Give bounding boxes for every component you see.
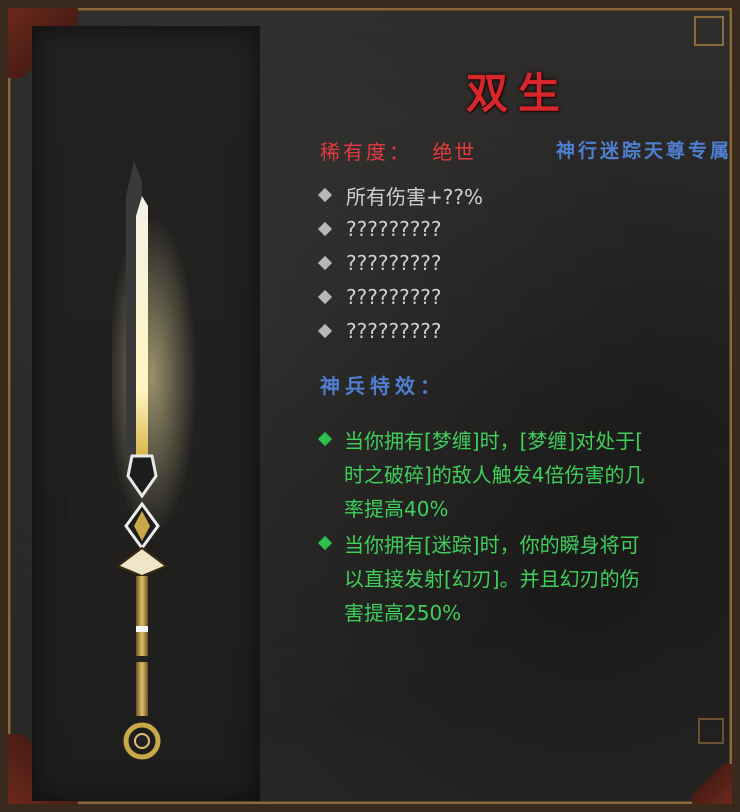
weapon-preview-panel [32, 26, 260, 801]
special-effect-item: 当你拥有[梦缠]时，[梦缠]对处于[ 时之破碎]的敌人触发4倍伤害的几 率提高4… [316, 424, 716, 526]
frame-corner-ornament [692, 764, 732, 804]
diamond-bullet-icon [317, 323, 333, 339]
special-effects-header: 神兵特效： [320, 374, 445, 398]
stat-text: 所有伤害+??% [346, 184, 483, 209]
stat-item: ????????? [316, 212, 616, 246]
stat-text: ????????? [346, 217, 442, 241]
frame-knot-ornament [694, 16, 724, 46]
diamond-bullet-icon [317, 187, 333, 203]
diamond-bullet-icon [317, 255, 333, 271]
item-tooltip-frame: 双生 稀有度： 绝世 神行迷踪天尊专属 所有伤害+??% ????????? ?… [0, 0, 740, 812]
diamond-bullet-icon [317, 221, 333, 237]
special-effect-item: 当你拥有[迷踪]时，你的瞬身将可 以直接发射[幻刃]。并且幻刃的伤 害提高250… [316, 528, 716, 630]
stat-list: 所有伤害+??% ????????? ????????? ????????? ?… [316, 178, 616, 348]
green-diamond-bullet-icon [317, 535, 333, 551]
rarity-value: 绝世 [432, 140, 477, 164]
rarity-label: 稀有度： [320, 140, 412, 164]
rarity-row: 稀有度： 绝世 神行迷踪天尊专属 [320, 136, 740, 166]
stat-text: ????????? [346, 251, 442, 275]
green-diamond-bullet-icon [317, 431, 333, 447]
special-effect-text: 当你拥有[梦缠]时，[梦缠]对处于[ 时之破碎]的敌人触发4倍伤害的几 率提高4… [344, 429, 645, 521]
stat-item: ????????? [316, 280, 616, 314]
stat-item: ????????? [316, 314, 616, 348]
stat-text: ????????? [346, 285, 442, 309]
spear-icon [112, 161, 197, 760]
special-effect-text: 当你拥有[迷踪]时，你的瞬身将可 以直接发射[幻刃]。并且幻刃的伤 害提高250… [344, 533, 640, 625]
stat-text: ????????? [346, 319, 442, 343]
stat-item: 所有伤害+??% [316, 178, 616, 212]
class-exclusive-label: 神行迷踪天尊专属 [555, 140, 732, 162]
stat-item: ????????? [316, 246, 616, 280]
diamond-bullet-icon [317, 289, 333, 305]
frame-knot-ornament [698, 718, 724, 744]
item-name: 双生 [465, 69, 570, 118]
special-effects-list: 当你拥有[梦缠]时，[梦缠]对处于[ 时之破碎]的敌人触发4倍伤害的几 率提高4… [316, 424, 716, 632]
